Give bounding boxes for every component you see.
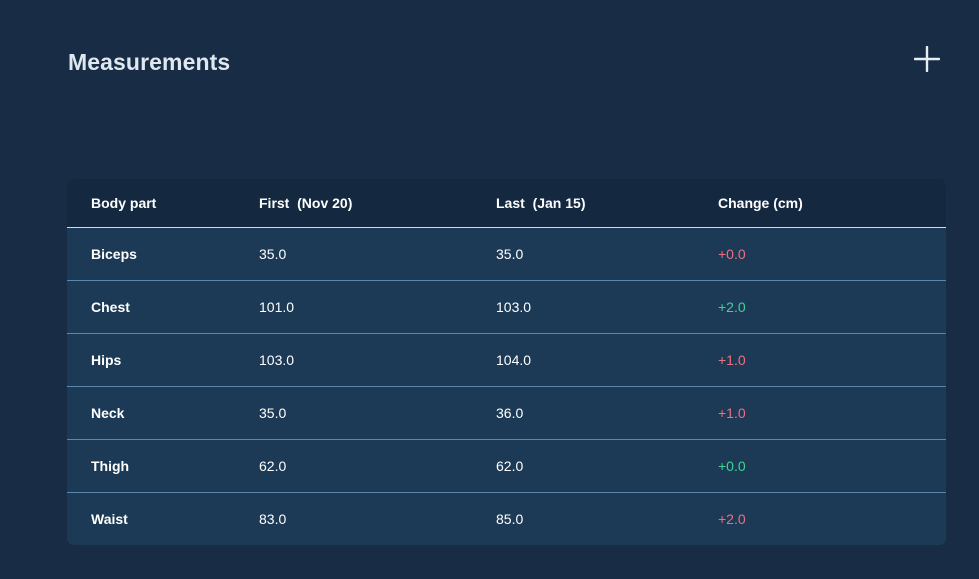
cell-change: +2.0 (718, 279, 946, 333)
column-header-first[interactable]: First (Nov 20) (259, 179, 496, 228)
cell-body-part: Waist (67, 491, 259, 545)
cell-first: 103.0 (259, 332, 496, 386)
table-row[interactable]: Chest 101.0 103.0 +2.0 (67, 279, 946, 333)
table-row[interactable]: Hips 103.0 104.0 +1.0 (67, 332, 946, 386)
measurements-table: Body part First (Nov 20) Last (Jan 15) C… (67, 179, 946, 545)
cell-change: +1.0 (718, 332, 946, 386)
plus-icon (914, 46, 940, 72)
cell-last: 35.0 (496, 245, 524, 262)
cell-change: +2.0 (718, 491, 946, 545)
cell-last: 103.0 (496, 279, 718, 333)
page-title: Measurements (68, 49, 231, 75)
cell-body-part: Neck (67, 385, 259, 439)
cell-change: +0.0 (718, 245, 746, 262)
column-header-body-part[interactable]: Body part (67, 179, 259, 228)
cell-change: +1.0 (718, 385, 946, 439)
cell-first: 101.0 (259, 279, 496, 333)
cell-body-part: Hips (67, 332, 259, 386)
measurements-table-card: Body part First (Nov 20) Last (Jan 15) C… (67, 179, 946, 545)
cell-last: 104.0 (496, 332, 718, 386)
cell-last: 62.0 (496, 438, 718, 492)
cell-first: 62.0 (259, 438, 496, 492)
cell-body-part: Biceps (91, 245, 137, 262)
cell-first: 83.0 (259, 491, 496, 545)
cell-body-part: Chest (67, 279, 259, 333)
table-row[interactable]: Waist 83.0 85.0 +2.0 (67, 491, 946, 545)
table-row[interactable]: Biceps 35.0 35.0 +0.0 (67, 227, 946, 280)
column-header-change[interactable]: Change (cm) (718, 179, 946, 228)
cell-first: 35.0 (259, 385, 496, 439)
cell-first: 35.0 (259, 245, 287, 262)
table-header-row: Body part First (Nov 20) Last (Jan 15) C… (67, 179, 946, 228)
add-measurement-button[interactable] (909, 41, 945, 77)
cell-change: +0.0 (718, 438, 946, 492)
cell-last: 85.0 (496, 491, 718, 545)
table-row[interactable]: Neck 35.0 36.0 +1.0 (67, 385, 946, 439)
column-header-last[interactable]: Last (Jan 15) (496, 179, 718, 228)
cell-last: 36.0 (496, 385, 718, 439)
table-row[interactable]: Thigh 62.0 62.0 +0.0 (67, 438, 946, 492)
cell-body-part: Thigh (67, 438, 259, 492)
